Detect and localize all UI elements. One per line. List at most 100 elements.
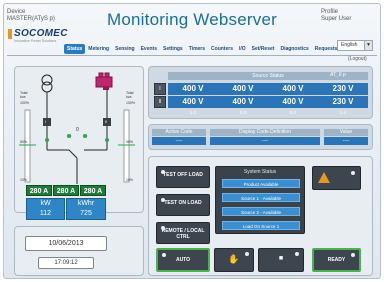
nav-settings[interactable]: Settings [160,44,186,54]
manual-mode-button[interactable]: ✋ [214,248,254,272]
source-1-v23: 400 V [232,84,254,93]
switch-zero-label: 0 [76,127,79,133]
kw-label: kW [40,200,51,207]
status-led [161,226,165,230]
nav-metering[interactable]: Metering [85,44,112,54]
right-scale-50: 50% [126,140,134,144]
phase-2-3: 2-3 [239,110,247,115]
status-load-on-source: Load On Source 1 [222,221,300,230]
code-value-value: ---- [324,137,368,145]
socomec-logo: SOCOMEC Innovative Power Solutions [8,28,68,43]
kwhr-label: kWhr [77,200,95,207]
time-display: 17:09:12 [38,257,94,269]
language-select[interactable]: English ▼ [337,40,373,51]
source-1-v1n: 230 V [332,84,354,93]
source-1-v31: 400 V [282,84,304,93]
source-1-button[interactable]: I [154,83,166,95]
lock-icon: ■ [278,255,284,262]
source-1-voltages: 400 V 400 V 400 V 230 V [168,83,368,95]
warning-icon [318,172,330,183]
phase-1-2: 1-2 [189,110,197,115]
kwhr-box: kWhr 725 [66,198,106,220]
logo-mark [8,29,12,39]
code-definition-head: Display Code Definition [210,129,320,136]
lock-mode-button[interactable]: ■ [258,248,304,272]
code-definition-value: ---- [210,137,320,145]
status-led [162,253,166,257]
left-kva-text: kva [20,95,26,99]
transfer-switch-diagram [19,72,135,184]
profile-value: Super User [321,16,352,22]
switch-ii-label: II [105,119,108,124]
status-product-available: Product Available [222,179,300,188]
nav-status[interactable]: Status [64,43,86,54]
source-2-v1n: 230 V [332,97,354,106]
current-readings: 280 A 280 A 280 A [26,185,106,196]
status-source-1: Source 1 - Available [222,193,300,202]
current-phase-2: 280 A [53,185,79,196]
current-phase-1: 280 A [26,185,52,196]
nav-timers[interactable]: Timers [186,44,208,54]
date-display: 10/06/2013 [25,236,107,251]
phase-1-n: 1-n [339,110,347,115]
status-led [351,253,355,257]
nav-set-reset[interactable]: Set/Reset [249,44,278,54]
nav-sensing[interactable]: Sensing [112,44,137,54]
kwhr-value: 725 [80,210,92,217]
system-status-title: System Status [243,169,277,175]
phase-3-1: 3-1 [289,110,297,115]
source-2-v12: 400 V [182,97,204,106]
source-2-v31: 400 V [282,97,304,106]
nav-divider [7,55,377,56]
hand-icon: ✋ [228,254,240,264]
nav-diagnostics[interactable]: Diagnostics [277,44,311,54]
chevron-down-icon: ▼ [364,41,372,50]
alarm-button[interactable] [312,166,361,190]
phase-labels: 1-2 2-3 3-1 1-n [168,109,368,116]
language-value: English [341,42,358,48]
test-off-load-button[interactable]: TEST OFF LOAD [156,166,210,188]
test-on-load-button[interactable]: TEST ON LOAD [156,194,210,216]
nav-counters[interactable]: Counters [208,44,236,54]
status-led [245,252,249,256]
profile-label: Profile [321,9,339,15]
source-1-v12: 400 V [182,84,204,93]
kw-value: 112 [39,210,52,217]
remote-local-label: REMOTE / LOCAL CTRL [161,228,205,240]
status-led [351,171,355,175]
right-scale-10: 10% [126,178,134,182]
ready-indicator: READY [312,248,361,272]
at-label: AT_6 p [330,72,346,78]
test-on-load-label: TEST ON LOAD [164,200,202,206]
switch-i-label: I [45,119,47,124]
code-value-head: Value [324,129,368,136]
status-source-2: Source 2 - Available [222,207,300,216]
left-scale-50: 50% [20,140,28,144]
nav-io[interactable]: I/O [236,44,249,54]
nav-events[interactable]: Events [138,44,160,54]
active-code-value: ---- [152,137,206,145]
right-scale-100: 100% [126,101,135,105]
status-led [161,198,165,202]
generator-icon [95,76,113,88]
logout-link[interactable]: (Logout) [348,56,367,62]
auto-mode-label: AUTO [175,257,191,263]
left-scale-100: 100% [20,101,29,105]
system-status-box: System Status Product Available Source 1… [215,166,305,234]
auto-mode-button[interactable]: AUTO [156,248,210,272]
status-led [161,170,165,174]
profile-info: Profile Super User [321,9,351,23]
current-phase-3: 280 A [80,185,106,196]
logo-text: SOCOMEC [14,28,68,39]
source-2-voltages: 400 V 400 V 400 V 230 V [168,96,368,108]
source-2-button[interactable]: II [154,96,166,108]
right-total-label: Total kva [126,91,133,99]
ready-label: READY [327,257,346,263]
active-code-head: Active Code [152,129,206,136]
logo-subtitle: Innovative Power Solutions [14,39,57,43]
main-nav: Status Metering Sensing Events Settings … [64,43,360,54]
remote-local-button[interactable]: REMOTE / LOCAL CTRL [156,222,210,244]
status-led [295,252,299,256]
left-scale-10: 10% [20,178,28,182]
right-kva-text: kva [126,95,132,99]
